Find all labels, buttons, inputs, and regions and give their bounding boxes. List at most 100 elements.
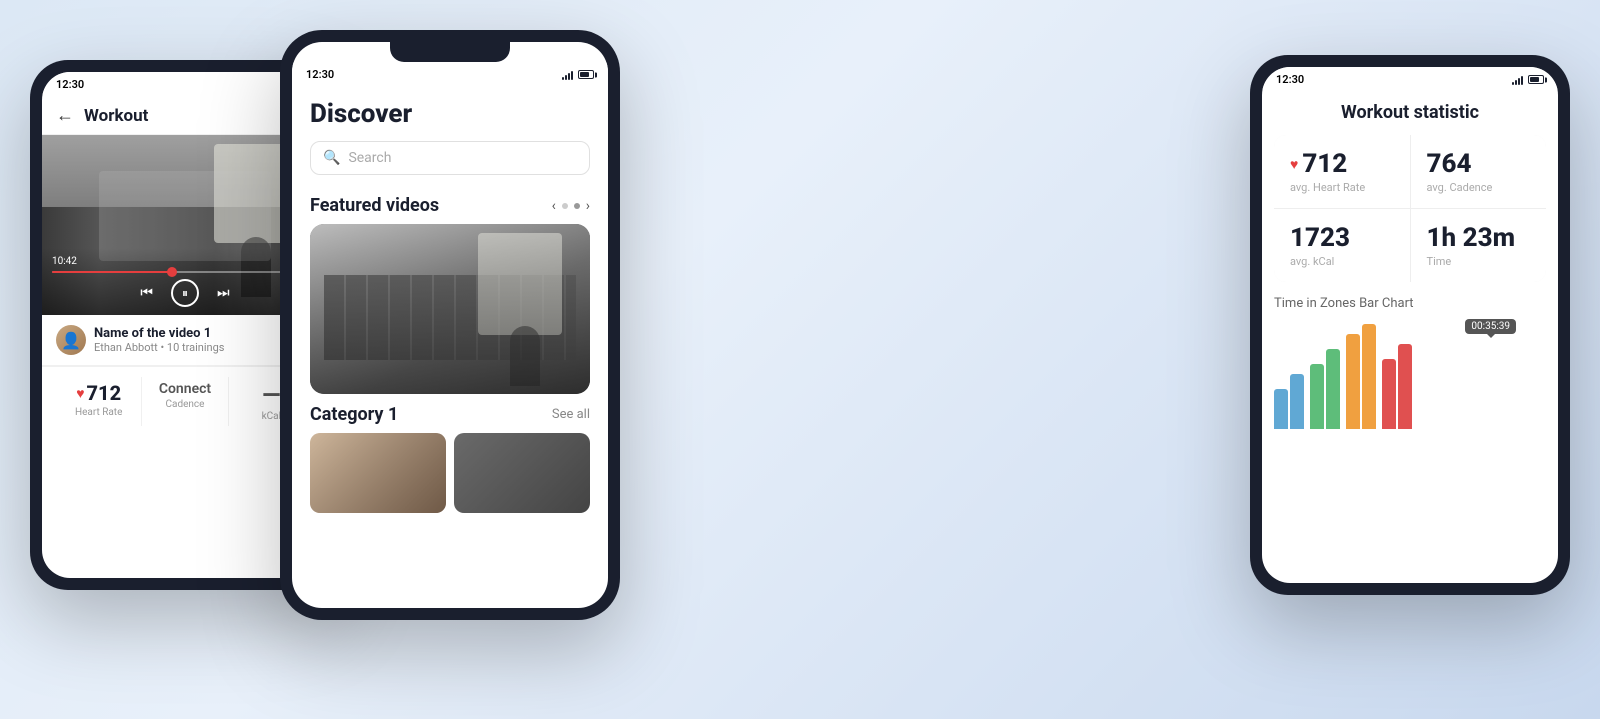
- chart-section: Time in Zones Bar Chart 00:35:39: [1262, 286, 1558, 439]
- next-arrow[interactable]: ›: [586, 198, 590, 214]
- avatar-image: 👤: [61, 331, 81, 350]
- gym-window-light: [478, 233, 562, 335]
- category-header: Category 1 See all: [310, 404, 590, 425]
- left-time: 12:30: [56, 78, 84, 91]
- hr-desc: avg. Heart Rate: [1290, 181, 1394, 194]
- bar-6: [1362, 324, 1376, 429]
- bar-chart: 00:35:39: [1274, 319, 1546, 429]
- category-section: Category 1 See all: [292, 394, 608, 513]
- kcal-cell: 1723 avg. kCal: [1274, 209, 1410, 282]
- video-name: Name of the video 1: [94, 326, 224, 341]
- cadence-value: Connect: [159, 381, 211, 397]
- center-time: 12:30: [306, 68, 334, 81]
- featured-title: Featured videos: [310, 195, 439, 216]
- heart-rate-label: Heart Rate: [75, 407, 122, 418]
- featured-image[interactable]: [310, 224, 590, 394]
- right-status-icons: [1512, 75, 1544, 85]
- video-info-row: 👤 Name of the video 1 Ethan Abbott • 10 …: [56, 325, 314, 355]
- kcal-desc: avg. kCal: [1290, 255, 1394, 268]
- back-button[interactable]: ←: [56, 105, 74, 126]
- progress-bar[interactable]: [52, 271, 318, 273]
- right-battery-icon: [1528, 75, 1544, 84]
- hr-number: ♥ 712: [1290, 149, 1394, 179]
- center-status-icons: [562, 70, 594, 80]
- prev-arrow[interactable]: ‹: [552, 198, 556, 214]
- trainings-count: 10 trainings: [167, 341, 225, 354]
- right-signal-icon: [1512, 75, 1523, 85]
- bar-7: [1382, 359, 1396, 429]
- search-icon: 🔍: [323, 150, 340, 166]
- heart-rate-stat: ♥ 712 Heart Rate: [56, 377, 142, 426]
- cadence-number: 764: [1427, 149, 1531, 179]
- bar-group-4: [1382, 344, 1412, 429]
- center-status-bar: 12:30: [292, 62, 608, 85]
- workout-stat-header: Workout statistic: [1262, 90, 1558, 131]
- bar-3: [1310, 364, 1324, 429]
- center-phone: 12:30 Discover 🔍 Search: [280, 30, 620, 620]
- search-placeholder: Search: [348, 150, 391, 166]
- featured-gym-visual: [310, 224, 590, 394]
- bar-group-1: [1274, 374, 1304, 429]
- pause-icon: ⏸: [182, 286, 188, 301]
- nav-dot-2[interactable]: [574, 203, 580, 209]
- center-battery-icon: [578, 70, 594, 79]
- right-time: 12:30: [1276, 73, 1304, 86]
- category-thumb-1[interactable]: [310, 433, 446, 513]
- time-cell: 1h 23m Time: [1411, 209, 1547, 282]
- author-name: Ethan Abbott: [94, 341, 158, 354]
- progress-fill: [52, 271, 172, 273]
- heart-rate-number: 712: [87, 381, 122, 405]
- video-meta: Name of the video 1 Ethan Abbott • 10 tr…: [94, 326, 224, 354]
- current-time: 10:42: [52, 256, 77, 267]
- pause-button[interactable]: ⏸: [171, 279, 199, 307]
- skip-forward-button[interactable]: ⏭: [217, 285, 230, 301]
- skip-back-button[interactable]: ⏮: [140, 285, 153, 301]
- nav-dot-1[interactable]: [562, 203, 568, 209]
- bar-group-3: [1346, 324, 1376, 429]
- carousel-nav: ‹ ›: [552, 198, 590, 214]
- category-thumbnails: [310, 433, 590, 513]
- right-phone: 12:30 Workout statistic ♥: [1250, 55, 1570, 595]
- hr-heart-icon: ♥: [1290, 156, 1298, 173]
- bar-5: [1346, 334, 1360, 429]
- bar-4: [1326, 349, 1340, 429]
- discover-title: Discover: [310, 99, 590, 129]
- time-desc: Time: [1427, 255, 1531, 268]
- cadence-label: Cadence: [166, 399, 205, 410]
- stats-grid: ♥ 712 avg. Heart Rate 764 avg. Cadence 1…: [1274, 135, 1546, 282]
- search-bar[interactable]: 🔍 Search: [310, 141, 590, 175]
- bar-1: [1274, 389, 1288, 429]
- heart-rate-value: ♥ 712: [76, 381, 121, 405]
- workout-title: Workout: [84, 106, 148, 126]
- progress-dot: [167, 267, 177, 277]
- kcal-value: —: [262, 381, 280, 409]
- video-sub: Ethan Abbott • 10 trainings: [94, 341, 224, 354]
- cadence-stat: Connect Cadence: [142, 377, 228, 426]
- phone-notch: [390, 42, 510, 62]
- workout-stat-title: Workout statistic: [1278, 102, 1542, 123]
- see-all-button[interactable]: See all: [552, 407, 590, 422]
- bar-group-2: [1310, 349, 1340, 429]
- featured-section-header: Featured videos ‹ ›: [292, 185, 608, 224]
- discover-header: Discover 🔍 Search: [292, 85, 608, 185]
- category-title: Category 1: [310, 404, 398, 425]
- time-number: 1h 23m: [1427, 223, 1531, 253]
- heart-rate-cell: ♥ 712 avg. Heart Rate: [1274, 135, 1410, 208]
- kcal-label: kCal: [262, 411, 281, 422]
- chart-label: 00:35:39: [1465, 319, 1516, 334]
- cadence-desc: avg. Cadence: [1427, 181, 1531, 194]
- playback-controls: ⏮ ⏸ ⏭: [52, 279, 318, 307]
- chart-title: Time in Zones Bar Chart: [1274, 296, 1546, 311]
- kcal-number: 1723: [1290, 223, 1394, 253]
- heart-icon: ♥: [76, 385, 84, 402]
- bar-2: [1290, 374, 1304, 429]
- gym-person: [510, 326, 540, 386]
- hr-value: 712: [1302, 149, 1347, 179]
- center-signal-icon: [562, 70, 573, 80]
- bar-8: [1398, 344, 1412, 429]
- cadence-cell: 764 avg. Cadence: [1411, 135, 1547, 208]
- time-display: 10:42 22:47: [52, 256, 318, 267]
- category-thumb-2[interactable]: [454, 433, 590, 513]
- right-status-bar: 12:30: [1262, 67, 1558, 90]
- avatar: 👤: [56, 325, 86, 355]
